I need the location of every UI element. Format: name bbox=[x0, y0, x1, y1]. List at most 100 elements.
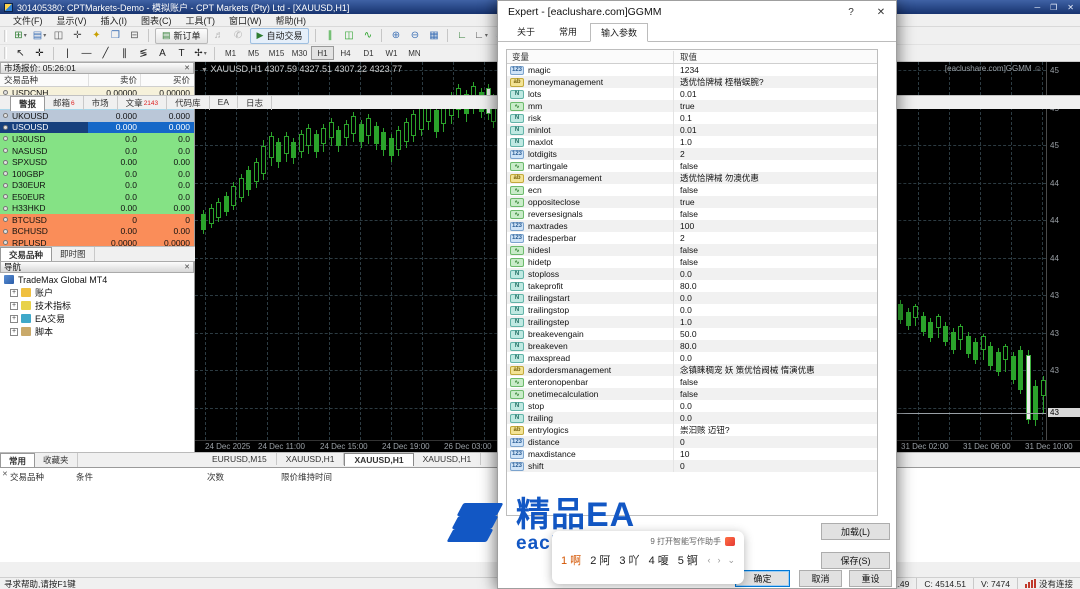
chart-tab[interactable]: EURUSD,M15 bbox=[203, 453, 277, 465]
ea-smiley-icon[interactable]: ☺ bbox=[1034, 64, 1042, 73]
zoom-out-icon[interactable]: ⊖ bbox=[405, 28, 424, 43]
expand-icon[interactable]: ⌄ bbox=[727, 555, 735, 566]
terminal-tab-EA[interactable]: EA bbox=[210, 96, 238, 108]
scale-icon[interactable]: ⊟ bbox=[125, 28, 144, 43]
timeframe-d1[interactable]: D1 bbox=[357, 46, 380, 60]
parameter-value-cell[interactable]: 2 bbox=[673, 232, 877, 244]
market-watch-tab[interactable]: 交易品种 bbox=[0, 247, 52, 262]
terminal-column-header[interactable]: 次数 bbox=[172, 471, 224, 483]
parameter-value-cell[interactable]: 0 bbox=[673, 460, 877, 472]
column-symbol[interactable]: 交易品种 bbox=[0, 74, 88, 86]
reset-button[interactable]: 重设 bbox=[849, 570, 892, 587]
timeframe-mn[interactable]: MN bbox=[403, 46, 426, 60]
market-watch-tab[interactable]: 即时图 bbox=[52, 247, 95, 261]
parameter-row[interactable]: Nstoploss0.0 bbox=[507, 268, 877, 280]
terminal-column-header[interactable]: 条件 bbox=[76, 471, 172, 483]
tile-windows-icon[interactable]: ▦ bbox=[424, 28, 443, 43]
parameter-row[interactable]: ∿hidetpfalse bbox=[507, 256, 877, 268]
market-watch-row[interactable]: BCHUSD0.000.00 bbox=[0, 226, 194, 238]
parameter-row[interactable]: 123maxdistance10 bbox=[507, 448, 877, 460]
column-variable[interactable]: 变量 bbox=[507, 51, 673, 63]
timeframe-m30[interactable]: M30 bbox=[288, 46, 311, 60]
shapes-icon[interactable]: ✢ bbox=[191, 46, 210, 61]
parameter-value-cell[interactable]: 0.0 bbox=[673, 412, 877, 424]
market-watch-row[interactable]: SPXUSD0.000.00 bbox=[0, 156, 194, 168]
bar-chart-icon[interactable]: ∥ bbox=[320, 28, 339, 43]
ime-candidate[interactable]: 2 阿 bbox=[590, 552, 610, 568]
parameter-row[interactable]: Ntrailingstop0.0 bbox=[507, 304, 877, 316]
window-icon[interactable]: ❒ bbox=[106, 28, 125, 43]
parameter-row[interactable]: Ntrailingstart0.0 bbox=[507, 292, 877, 304]
parameter-value-cell[interactable]: 1.0 bbox=[673, 136, 877, 148]
ime-candidate[interactable]: 3 吖 bbox=[619, 552, 639, 568]
navigator-item[interactable]: +账户 bbox=[0, 286, 194, 299]
parameter-row[interactable]: Nstop0.0 bbox=[507, 400, 877, 412]
ime-candidate[interactable]: 5 锕 bbox=[678, 552, 698, 568]
menu-item[interactable]: 帮助(H) bbox=[269, 14, 314, 27]
parameter-row[interactable]: Nmaxspread0.0 bbox=[507, 352, 877, 364]
line-chart-icon[interactable]: ∿ bbox=[358, 28, 377, 43]
market-watch-row[interactable]: USOUSD0.0000.000 bbox=[0, 122, 194, 134]
trendline-icon[interactable]: ╱ bbox=[96, 46, 115, 61]
parameter-value-cell[interactable]: 1234 bbox=[673, 64, 877, 76]
parameter-value-cell[interactable]: false bbox=[673, 184, 877, 196]
close-icon[interactable]: ✕ bbox=[184, 263, 190, 271]
indicators-list-icon[interactable]: ∟ bbox=[471, 28, 490, 43]
label-icon[interactable]: T bbox=[172, 46, 191, 61]
parameter-value-cell[interactable]: 0.1 bbox=[673, 112, 877, 124]
menu-item[interactable]: 工具(T) bbox=[179, 14, 223, 27]
dialog-tab[interactable]: 输入参数 bbox=[590, 23, 648, 42]
indicators-icon[interactable]: ∟ bbox=[452, 28, 471, 43]
parameter-row[interactable]: Nmaxlot1.0 bbox=[507, 136, 877, 148]
cursor-icon[interactable]: ↖ bbox=[11, 46, 30, 61]
parameter-value-cell[interactable]: 100 bbox=[673, 220, 877, 232]
timeframe-m15[interactable]: M15 bbox=[265, 46, 288, 60]
terminal-column-header[interactable]: 维持时间 bbox=[298, 471, 426, 483]
ime-candidate[interactable]: 1 啊 bbox=[561, 552, 581, 568]
parameter-row[interactable]: 123distance0 bbox=[507, 436, 877, 448]
parameter-row[interactable]: 123shift0 bbox=[507, 460, 877, 472]
parameter-row[interactable]: 123magic1234 bbox=[507, 64, 877, 76]
parameter-value-cell[interactable]: false bbox=[673, 256, 877, 268]
menu-item[interactable]: 窗口(W) bbox=[222, 14, 269, 27]
expand-icon[interactable]: + bbox=[10, 289, 18, 297]
candle-chart-icon[interactable]: ◫ bbox=[339, 28, 358, 43]
parameter-value-cell[interactable]: false bbox=[673, 208, 877, 220]
navigator-item[interactable]: +技术指标 bbox=[0, 299, 194, 312]
parameter-value-cell[interactable]: 0.0 bbox=[673, 292, 877, 304]
column-value[interactable]: 取值 bbox=[673, 51, 877, 63]
price-scale[interactable]: 4545454444444343434243 bbox=[1046, 62, 1080, 440]
parameter-row[interactable]: abmoneymanagement透优恰牌械 桎楷蜈腕? bbox=[507, 76, 877, 88]
navigator-tab[interactable]: 常用 bbox=[0, 453, 35, 468]
terminal-tab-代码库[interactable]: 代码库 bbox=[167, 96, 210, 110]
parameter-row[interactable]: ∿onetimecalculationfalse bbox=[507, 388, 877, 400]
terminal-tab-文章[interactable]: 文章2143 bbox=[118, 96, 167, 110]
dialog-titlebar[interactable]: Expert - [eaclushare.com]GGMM ? ✕ bbox=[498, 1, 896, 23]
chart-collapse-icon[interactable]: ▼ bbox=[201, 67, 208, 74]
expand-icon[interactable]: + bbox=[10, 328, 18, 336]
parameter-value-cell[interactable]: false bbox=[673, 244, 877, 256]
parameter-value-cell[interactable]: 10 bbox=[673, 448, 877, 460]
new-chart-icon[interactable]: ⊞ bbox=[11, 28, 30, 43]
parameter-value-cell[interactable]: 2 bbox=[673, 148, 877, 160]
sound-icon[interactable]: ♬ bbox=[210, 28, 229, 43]
parameter-row[interactable]: ∿oppositeclosetrue bbox=[507, 196, 877, 208]
parameter-row[interactable]: ∿enteronopenbarfalse bbox=[507, 376, 877, 388]
parameter-row[interactable]: Nminlot0.01 bbox=[507, 124, 877, 136]
parameter-row[interactable]: ∿hideslfalse bbox=[507, 244, 877, 256]
parameter-value-cell[interactable]: 0.0 bbox=[673, 304, 877, 316]
timeframe-m5[interactable]: M5 bbox=[242, 46, 265, 60]
market-watch-row[interactable]: D30EUR0.00.0 bbox=[0, 179, 194, 191]
parameter-row[interactable]: 123maxtrades100 bbox=[507, 220, 877, 232]
parameter-value-cell[interactable]: true bbox=[673, 100, 877, 112]
timeframe-w1[interactable]: W1 bbox=[380, 46, 403, 60]
vline-icon[interactable]: | bbox=[58, 46, 77, 61]
new-order-button[interactable]: ▤新订单 bbox=[155, 28, 208, 44]
terminal-column-header[interactable]: 限价 bbox=[224, 471, 298, 483]
ime-hint[interactable]: 9 打开智能写作助手 bbox=[650, 536, 721, 547]
parameter-value-cell[interactable]: 0 bbox=[673, 436, 877, 448]
parameter-row[interactable]: 123lotdigits2 bbox=[507, 148, 877, 160]
prev-page-icon[interactable]: ‹ bbox=[707, 555, 710, 566]
parameter-value-cell[interactable]: false bbox=[673, 376, 877, 388]
terminal-tab-邮箱[interactable]: 邮箱6 bbox=[45, 96, 84, 110]
